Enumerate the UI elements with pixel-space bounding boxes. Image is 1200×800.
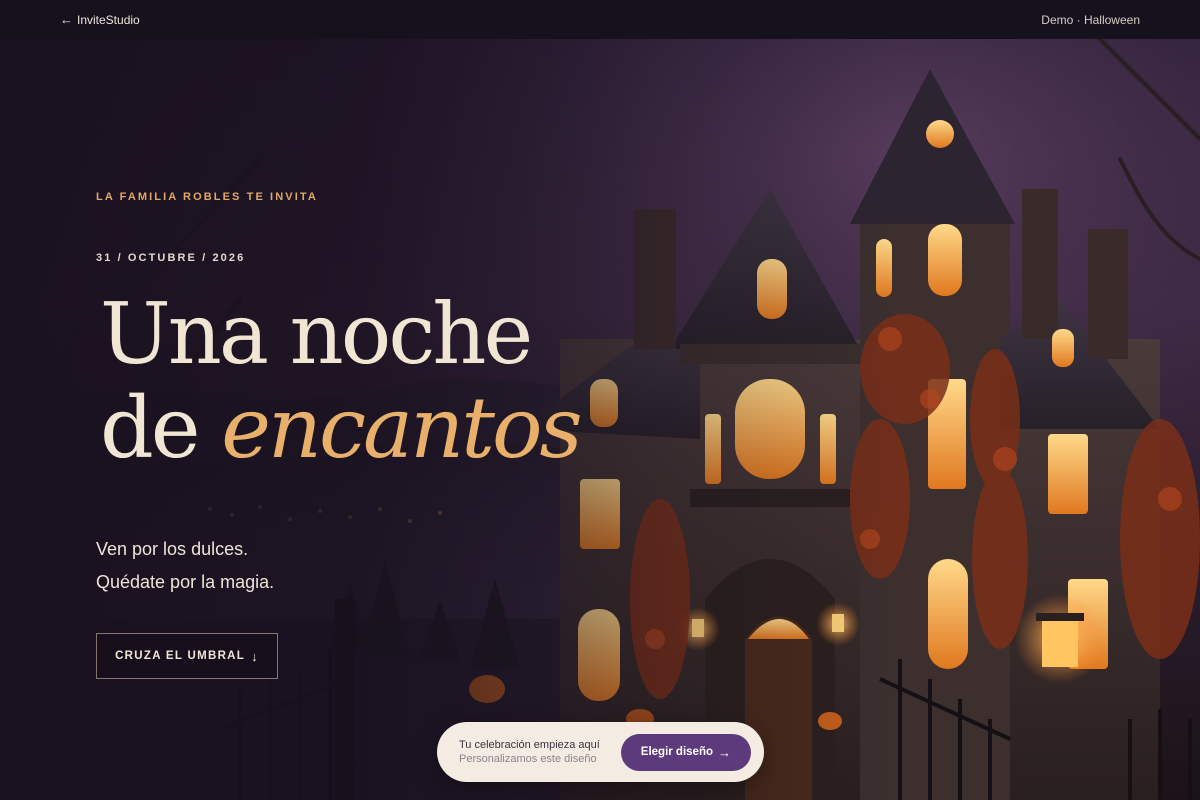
back-to-brand-link[interactable]: ← InviteStudio [60,13,140,27]
event-date: 31 / OCTUBRE / 2026 [96,252,246,264]
headline-line-2: de encantos [100,379,583,477]
invitation-eyebrow: LA FAMILIA ROBLES TE INVITA [96,191,318,203]
tagline-line-2: Quédate por la magia. [96,572,275,592]
headline-accent-word: encantos [221,379,582,477]
hero-section: LA FAMILIA ROBLES TE INVITA 31 / OCTUBRE… [0,39,1200,800]
promo-subtitle: Personalizamos este diseño [459,753,597,765]
tagline-line-1: Ven por los dulces. [96,539,249,559]
arrow-right-icon: → [718,744,731,760]
promo-text: Tu celebración empieza aquí Personalizam… [459,739,600,765]
promo-title: Tu celebración empieza aquí [459,739,600,751]
arrow-left-icon: ← [60,12,73,27]
headline-line-1: Una noche [100,285,533,383]
arrow-down-icon: ↓ [251,648,259,664]
promo-bar: Tu celebración empieza aquí Personalizam… [437,722,764,782]
brand-label: InviteStudio [77,12,140,27]
headline-line-2-plain: de [100,379,222,477]
hero-tagline: Ven por los dulces. Quédate por la magia… [96,533,274,599]
choose-design-button[interactable]: Elegir diseño → [620,733,751,771]
enter-threshold-button[interactable]: CRUZA EL UMBRAL ↓ [96,633,278,679]
hero-headline: Una noche de encantos [100,285,583,477]
choose-design-label: Elegir diseño [640,746,713,758]
demo-label: Demo · Halloween [1041,12,1140,27]
cta-label: CRUZA EL UMBRAL [115,650,246,662]
top-bar: ← InviteStudio Demo · Halloween [0,0,1200,39]
